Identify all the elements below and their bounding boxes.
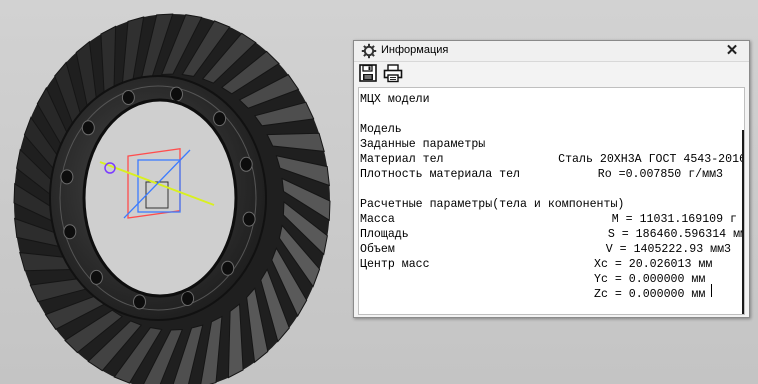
volume-label: Объем [360, 243, 395, 256]
bolt-hole [60, 169, 74, 185]
bolt-hole [221, 260, 235, 276]
report-heading: МЦХ модели [360, 93, 430, 106]
density-label: Плотность материала тел [360, 168, 521, 181]
bolt-hole [133, 294, 146, 310]
calc-params-label: Расчетные параметры(тела и компоненты) [360, 198, 625, 211]
density-value: Ro =0.007850 г/мм3 [597, 168, 723, 181]
print-button[interactable] [383, 63, 403, 83]
close-button[interactable]: ✕ [724, 42, 740, 60]
close-icon: ✕ [725, 42, 739, 59]
mass-value: M = 11031.169109 г [611, 213, 737, 226]
bolt-hole [170, 86, 183, 102]
info-window[interactable]: Информация ✕ МЦХ модели Модель Заданные … [353, 40, 750, 318]
center-of-mass-yc: Yc = 0.000000 мм [594, 273, 706, 286]
model-label: Модель [360, 123, 402, 136]
printer-icon [383, 64, 403, 83]
vertical-scrollbar[interactable] [742, 130, 744, 314]
window-toolbar [354, 62, 749, 86]
report-text-area[interactable]: МЦХ модели Модель Заданные параметры Мат… [358, 87, 745, 315]
volume-value: V = 1405222.93 мм3 [605, 243, 731, 256]
bolt-hole [63, 224, 77, 240]
given-params-label: Заданные параметры [360, 138, 486, 151]
center-of-mass-label: Центр масс [360, 258, 430, 271]
bolt-hole [213, 111, 227, 127]
gear-bore [82, 98, 238, 298]
floppy-save-icon [359, 64, 377, 82]
mass-label: Масса [360, 213, 395, 226]
material-label: Материал тел [360, 153, 444, 166]
area-label: Площадь [360, 228, 409, 241]
center-of-mass-zc: Zc = 0.000000 мм [594, 288, 706, 301]
save-button[interactable] [358, 63, 378, 83]
bolt-hole [89, 269, 103, 285]
bolt-hole [81, 120, 95, 136]
center-of-mass-xc: Xc = 20.026013 мм [594, 258, 713, 271]
window-title: Информация [381, 44, 449, 56]
text-caret [711, 284, 712, 297]
window-titlebar[interactable]: Информация ✕ [354, 41, 749, 62]
bolt-hole [121, 90, 135, 105]
gear-icon [361, 43, 377, 59]
material-value: Сталь 20ХН3А ГОСТ 4543-2016 [558, 153, 745, 166]
bolt-hole [242, 211, 256, 227]
area-value: S = 186460.596314 мм [607, 228, 745, 241]
bolt-hole [239, 156, 253, 172]
bolt-hole [181, 291, 195, 306]
